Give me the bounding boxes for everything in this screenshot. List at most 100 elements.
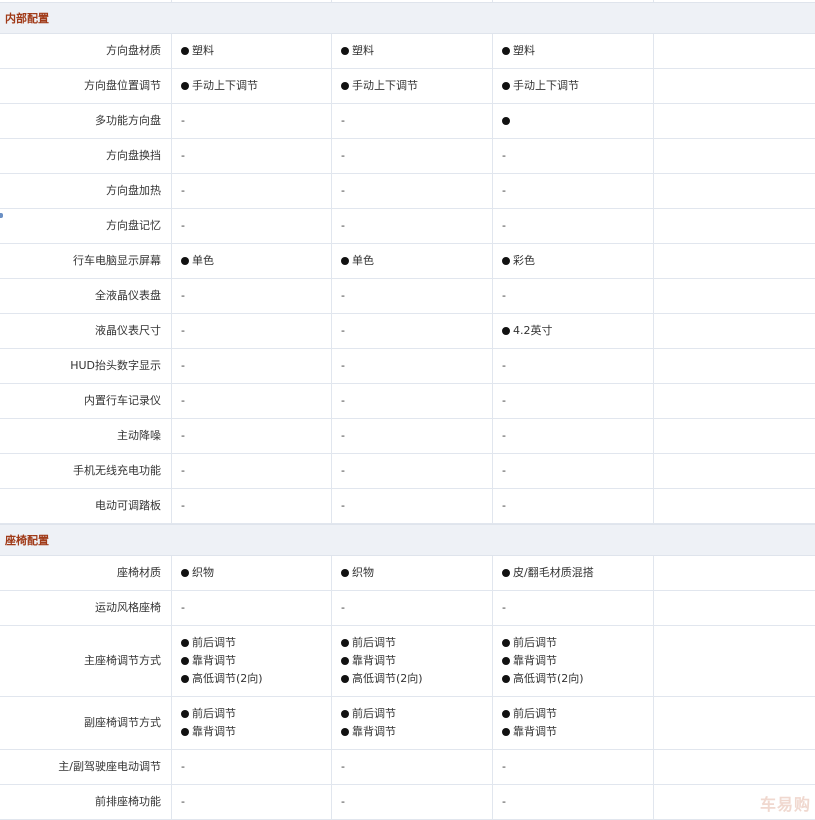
not-available-dash: - — [341, 324, 345, 337]
standard-dot-icon — [502, 639, 510, 647]
table-cell: - — [332, 139, 493, 173]
not-available-dash: - — [181, 499, 185, 512]
standard-dot-icon — [341, 639, 349, 647]
cell-value: 塑料 — [192, 44, 214, 57]
table-cell: - — [332, 384, 493, 418]
table-cell: 4.2英寸 — [493, 314, 654, 348]
standard-dot-icon — [341, 569, 349, 577]
not-available-dash: - — [341, 289, 345, 302]
table-cell: - — [493, 785, 654, 819]
not-available-dash: - — [502, 149, 506, 162]
cell-item: 织物 — [341, 564, 492, 582]
not-available-dash: - — [502, 601, 506, 614]
cell-item: - — [181, 357, 331, 375]
cell-item: 织物 — [181, 564, 331, 582]
cell-item: - — [341, 599, 492, 617]
table-row: 方向盘材质 塑料 塑料 塑料 — [0, 34, 815, 69]
table-row: 主座椅调节方式 前后调节 靠背调节 高低调节(2向) 前后调节 靠背调节 高低调节(2向) 前… — [0, 626, 815, 697]
standard-dot-icon — [502, 675, 510, 683]
row-label: 主/副驾驶座电动调节 — [0, 750, 172, 784]
cell-item: - — [181, 182, 331, 200]
not-available-dash: - — [181, 394, 185, 407]
table-row: 电动可调踏板 - - - — [0, 489, 815, 524]
not-available-dash: - — [341, 429, 345, 442]
cell-item: - — [502, 147, 653, 165]
cell-item: - — [502, 357, 653, 375]
table-cell: 单色 — [332, 244, 493, 278]
table-cell: 前后调节 靠背调节 高低调节(2向) — [172, 626, 332, 696]
cell-item: - — [341, 147, 492, 165]
cell-value: 前后调节 — [352, 636, 396, 649]
cell-item: - — [181, 599, 331, 617]
cell-item: - — [181, 793, 331, 811]
row-label: 方向盘材质 — [0, 34, 172, 68]
cell-value: 靠背调节 — [513, 654, 557, 667]
table-cell: - — [172, 785, 332, 819]
row-label: 前排座椅功能 — [0, 785, 172, 819]
table-cell: - — [172, 454, 332, 488]
cell-value: 靠背调节 — [513, 725, 557, 738]
standard-dot-icon — [181, 710, 189, 718]
cell-item: - — [341, 217, 492, 235]
table-cell: - — [493, 384, 654, 418]
table-cell: - — [172, 349, 332, 383]
table-cell: - — [332, 591, 493, 625]
cell-value: 靠背调节 — [352, 725, 396, 738]
row-label: 座椅材质 — [0, 556, 172, 590]
standard-dot-icon — [502, 47, 510, 55]
table-cell: - — [172, 750, 332, 784]
cell-item: - — [502, 599, 653, 617]
standard-dot-icon — [341, 257, 349, 265]
cell-item: - — [341, 357, 492, 375]
table-cell: - — [332, 314, 493, 348]
table-cell — [654, 626, 815, 696]
table-row: 多功能方向盘 - - — [0, 104, 815, 139]
table-cell: - — [172, 314, 332, 348]
not-available-dash: - — [502, 289, 506, 302]
cell-item: - — [502, 497, 653, 515]
table-row: 手机无线充电功能 - - - — [0, 454, 815, 489]
table-cell: 前后调节 靠背调节 高低调节(2向) — [332, 626, 493, 696]
table-cell: - — [493, 174, 654, 208]
table-cell — [493, 104, 654, 138]
not-available-dash: - — [181, 359, 185, 372]
table-cell: - — [332, 419, 493, 453]
cell-value: 前后调节 — [192, 707, 236, 720]
cell-item: 手动上下调节 — [181, 77, 331, 95]
cell-item: - — [341, 793, 492, 811]
cell-value: 高低调节(2向) — [352, 672, 423, 685]
table-cell — [654, 34, 815, 68]
not-available-dash: - — [341, 499, 345, 512]
cell-value: 前后调节 — [192, 636, 236, 649]
table-cell: 织物 — [172, 556, 332, 590]
table-cell: 塑料 — [493, 34, 654, 68]
cell-value: 手动上下调节 — [513, 79, 579, 92]
cell-item: - — [341, 182, 492, 200]
cell-item — [502, 117, 653, 125]
cell-item: 手动上下调节 — [502, 77, 653, 95]
row-label: HUD抬头数字显示 — [0, 349, 172, 383]
cell-item: - — [181, 217, 331, 235]
cell-item: 靠背调节 — [502, 723, 653, 741]
table-cell: 皮/翻毛材质混搭 — [493, 556, 654, 590]
table-cell: - — [493, 279, 654, 313]
table-cell — [654, 279, 815, 313]
not-available-dash: - — [181, 760, 185, 773]
table-cell: - — [332, 279, 493, 313]
table-cell: - — [172, 139, 332, 173]
not-available-dash: - — [341, 464, 345, 477]
cell-item: 高低调节(2向) — [502, 670, 653, 688]
standard-dot-icon — [181, 675, 189, 683]
standard-dot-icon — [502, 569, 510, 577]
table-cell: 前后调节靠背调节高低调节(2向) — [493, 626, 654, 696]
table-row: 前排座椅功能 - - - — [0, 785, 815, 820]
standard-dot-icon — [341, 728, 349, 736]
not-available-dash: - — [502, 795, 506, 808]
cell-item: 前后调节 — [341, 634, 492, 652]
row-label: 主动降噪 — [0, 419, 172, 453]
row-label: 多功能方向盘 — [0, 104, 172, 138]
not-available-dash: - — [181, 429, 185, 442]
cell-item: 前后调节 — [502, 634, 653, 652]
table-cell — [654, 69, 815, 103]
standard-dot-icon — [341, 657, 349, 665]
